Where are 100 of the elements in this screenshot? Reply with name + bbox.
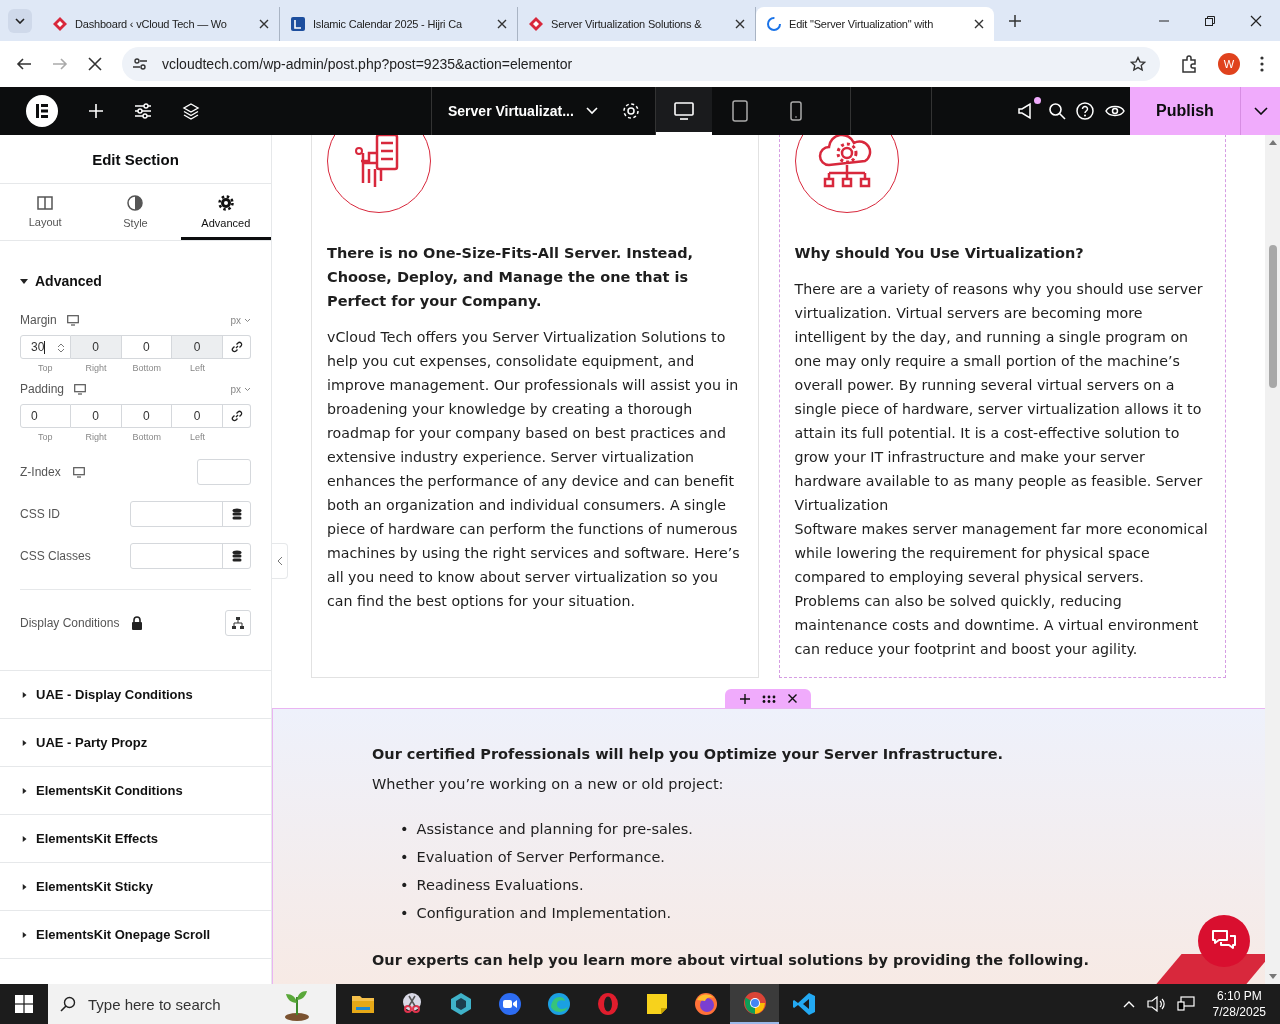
speaker-icon[interactable] bbox=[1146, 996, 1165, 1012]
elementor-logo-icon[interactable] bbox=[26, 95, 58, 127]
new-tab-icon[interactable] bbox=[1008, 13, 1022, 28]
columns-icon bbox=[37, 196, 54, 210]
layers-icon[interactable] bbox=[182, 102, 200, 120]
list-item-text: Assistance and planning for pre-sales. bbox=[416, 820, 693, 839]
caret-icon bbox=[244, 317, 251, 323]
back-arrow-icon[interactable] bbox=[16, 56, 32, 72]
section-heading: Our experts can help you learn more about virtual solutions by providing the following. bbox=[372, 951, 1090, 970]
conditions-button[interactable] bbox=[225, 610, 251, 636]
dimension-label: Right bbox=[85, 363, 107, 374]
control-label: CSS Classes bbox=[20, 549, 91, 563]
collapsed-section[interactable]: ElementsKit Sticky bbox=[0, 863, 271, 911]
diamond-favicon-icon bbox=[528, 16, 544, 32]
dimension-label: Left bbox=[190, 432, 206, 443]
collapsed-section[interactable]: ElementsKit Onepage Scroll bbox=[0, 911, 271, 959]
mobile-phone-icon bbox=[790, 101, 802, 121]
device-mode-tab[interactable] bbox=[656, 87, 712, 135]
unit-selector[interactable]: px bbox=[230, 314, 251, 326]
caret-icon bbox=[22, 738, 28, 747]
tab-title: Server Virtualization Solutions & bbox=[551, 18, 703, 30]
bullet-mark: • bbox=[400, 876, 409, 895]
collapsed-section[interactable]: ElementsKit Conditions bbox=[0, 767, 271, 815]
close-icon[interactable] bbox=[787, 694, 797, 703]
close-icon[interactable] bbox=[1250, 14, 1262, 27]
close-icon[interactable] bbox=[735, 19, 745, 29]
dimension-input[interactable]: 0 bbox=[121, 404, 173, 428]
section-handle[interactable] bbox=[725, 689, 811, 708]
stop-loading-icon[interactable] bbox=[88, 57, 102, 71]
site-info-icon[interactable] bbox=[132, 56, 148, 72]
caret-icon bbox=[22, 834, 28, 843]
clock[interactable]: 6:10 PM 7/28/2025 bbox=[1212, 988, 1266, 1020]
hierarchy-icon bbox=[232, 617, 244, 629]
taskbar-search-field[interactable]: Type here to search bbox=[48, 984, 336, 1024]
dimension-label: Right bbox=[85, 432, 107, 443]
link-icon bbox=[230, 341, 243, 353]
dimension-label: Bottom bbox=[132, 432, 162, 443]
scroll-thumb[interactable] bbox=[1268, 245, 1277, 388]
close-icon[interactable] bbox=[259, 19, 269, 29]
chevron-up-icon[interactable] bbox=[1122, 1000, 1135, 1008]
help-icon[interactable] bbox=[1076, 102, 1095, 120]
page-title-dropdown[interactable]: Server Virtualizat... bbox=[448, 103, 598, 119]
menu-icon[interactable] bbox=[1260, 56, 1264, 72]
link-values-button[interactable] bbox=[223, 335, 251, 359]
content-column[interactable] bbox=[778, 135, 1226, 678]
eye-icon[interactable] bbox=[1104, 104, 1125, 118]
desktop-icon[interactable] bbox=[72, 466, 85, 478]
browser-tab[interactable]: Edit "Server Virtualization" with bbox=[756, 7, 994, 41]
section-heading: Our certified Professionals will help you Optimize your Server Infrastructure. bbox=[372, 745, 1005, 764]
settings-icon[interactable] bbox=[621, 102, 640, 120]
collapsed-section[interactable]: UAE - Display Conditions bbox=[0, 671, 271, 719]
close-icon[interactable] bbox=[497, 19, 507, 29]
address-bar[interactable]: vcloudtech.com/wp-admin/post.php?post=9235&action=elementor bbox=[122, 47, 1160, 81]
control-label: Z-Index bbox=[20, 465, 61, 479]
z-index-field[interactable] bbox=[197, 459, 251, 485]
caret-icon bbox=[20, 277, 28, 285]
network-icon[interactable] bbox=[1176, 996, 1195, 1012]
control-label: Margin bbox=[20, 313, 57, 327]
panel-tab[interactable]: Style bbox=[90, 184, 181, 240]
caret-icon bbox=[22, 930, 28, 939]
tab-title: Dashboard ‹ vCloud Tech — Wo bbox=[75, 18, 228, 30]
link-values-button[interactable] bbox=[223, 404, 251, 428]
search-icon[interactable] bbox=[1047, 102, 1066, 120]
list-item-text: Evaluation of Server Performance. bbox=[416, 848, 665, 867]
chrome-app-icon[interactable] bbox=[730, 984, 779, 1024]
dimension-input[interactable]: 0 bbox=[172, 404, 223, 428]
bullet-mark: • bbox=[400, 848, 409, 867]
spinner-arrows-icon[interactable] bbox=[56, 342, 65, 354]
scroll-up-icon[interactable] bbox=[1268, 139, 1277, 145]
panel-tab[interactable]: Layout bbox=[0, 184, 91, 240]
add-icon[interactable] bbox=[739, 693, 750, 704]
profile-avatar[interactable]: W bbox=[1218, 53, 1240, 75]
collapsed-section[interactable]: ElementsKit Effects bbox=[0, 815, 271, 863]
sliders-icon[interactable] bbox=[134, 103, 152, 119]
section-toggle[interactable]: Advanced bbox=[20, 273, 251, 289]
unit-selector[interactable]: px bbox=[230, 383, 251, 395]
css-id-field[interactable] bbox=[130, 501, 251, 527]
puzzle-piece-icon[interactable] bbox=[1180, 55, 1198, 73]
dimension-label: Top bbox=[38, 363, 53, 374]
publish-button[interactable]: Publish bbox=[1130, 87, 1240, 135]
close-icon[interactable] bbox=[974, 19, 984, 29]
dimension-input[interactable]: 0 bbox=[70, 404, 122, 428]
collapsed-section[interactable]: UAE - Party Propz bbox=[0, 719, 271, 767]
caret-icon bbox=[22, 690, 28, 699]
bullet-mark: • bbox=[400, 904, 409, 923]
column-heading: There is no One-Size-Fits-All Server. Instead, Choose, Deploy, and Manage the one that is Perfect for your Company. bbox=[327, 244, 695, 311]
scrollbar[interactable] bbox=[1265, 135, 1280, 984]
scroll-down-icon[interactable] bbox=[1268, 974, 1277, 980]
windows-start-icon[interactable] bbox=[15, 995, 33, 1013]
desktop-icon[interactable] bbox=[74, 383, 87, 395]
restore-icon[interactable] bbox=[1204, 14, 1216, 27]
column-paragraph: There are a variety of reasons why you should use server virtualization. Virtual servers are becoming more intelligent by the day, and running a single program on one may only require a small portion of the machine’s overall power. By running several virtual servers on a single piece of hardware, server virtualization allows it to attain its full potential. It is a cost-effective solution to grow your IT infrastructure and make your server hardware available to as many people as feasible. Server Virtualization Software makes server management far more economical while lowering the requirement for physical space compared to employing several physical servers. Problems can also be solved quickly, reducing maintenance costs and downtime. A virtual environment can reduce your footprint and boost your agility. bbox=[794, 280, 1209, 659]
dimension-input[interactable]: 30 bbox=[20, 335, 71, 359]
css-classes-field[interactable] bbox=[130, 543, 251, 569]
url-text: vcloudtech.com/wp-admin/post.php?post=9235&action=elementor bbox=[162, 56, 573, 72]
bookmark-star-icon[interactable] bbox=[1130, 56, 1146, 72]
desktop-icon[interactable] bbox=[66, 314, 79, 326]
dimension-input[interactable]: 0 bbox=[20, 404, 71, 428]
tab-search-button[interactable] bbox=[8, 8, 32, 33]
drag-handle-icon[interactable] bbox=[761, 694, 776, 703]
